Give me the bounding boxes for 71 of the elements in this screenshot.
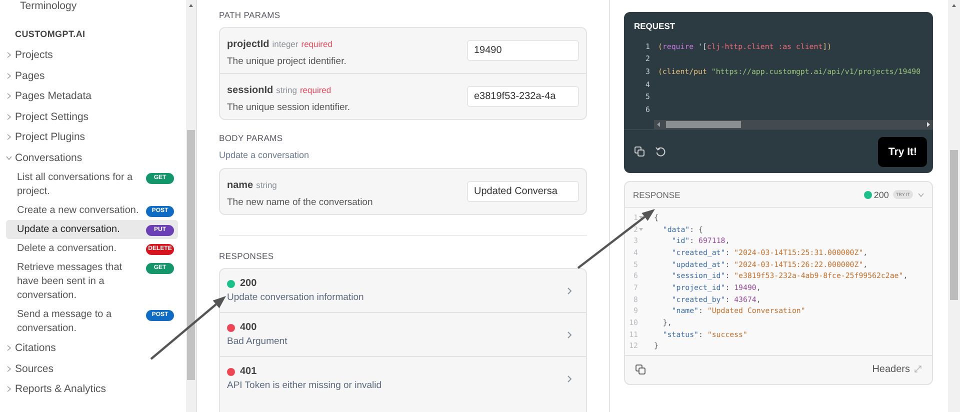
chevron-right-icon[interactable]: [6, 93, 12, 100]
response-row[interactable]: 200 Update conversation information: [220, 269, 586, 312]
param-name: projectId: [227, 39, 270, 50]
reset-icon[interactable]: [655, 146, 666, 158]
param-input[interactable]: Updated Conversa: [467, 181, 579, 202]
expand-icon[interactable]: [914, 365, 922, 374]
param-type: string: [276, 85, 297, 95]
param-description: The new name of the conversation: [227, 197, 373, 208]
section-heading: CUSTOMGPT.AI: [14, 28, 86, 41]
panel-title: RESPONSE: [633, 190, 680, 200]
copy-icon[interactable]: [635, 364, 646, 375]
param-description: The unique project identifier.: [227, 56, 346, 67]
sidebar-item[interactable]: Project Settings: [15, 110, 89, 123]
scroll-right-icon[interactable]: [927, 122, 930, 127]
section-heading: BODY PARAMS: [219, 133, 284, 143]
param-description: The unique session identifier.: [227, 102, 350, 113]
sidebar-item[interactable]: Citations: [15, 342, 56, 354]
scroll-thumb[interactable]: [950, 150, 958, 300]
scroll-up-icon[interactable]: [189, 4, 193, 7]
param-type: integer: [272, 39, 298, 49]
chevron-right-icon[interactable]: [6, 114, 12, 120]
status-code: 400: [240, 322, 257, 333]
scrollbar[interactable]: [948, 0, 960, 412]
scroll-left-icon[interactable]: [657, 122, 660, 127]
sidebar-item[interactable]: Project Plugins: [15, 131, 86, 144]
chevron-right-icon[interactable]: [6, 366, 12, 372]
fold-icon[interactable]: [639, 216, 643, 219]
param-type: string: [256, 180, 277, 190]
param-name: sessionId: [227, 85, 274, 96]
chevron-down-icon[interactable]: [6, 154, 12, 161]
status-code: 200: [240, 278, 257, 289]
chevron-right-icon: [567, 374, 572, 382]
response-row[interactable]: 401 API Token is either missing or invalid: [220, 356, 586, 400]
sidebar-item[interactable]: Conversations: [15, 152, 82, 164]
copy-icon[interactable]: [634, 146, 645, 158]
scroll-thumb[interactable]: [187, 130, 195, 380]
response-description: Bad Argument: [227, 336, 288, 347]
scroll-up-icon[interactable]: [952, 4, 956, 7]
response-row[interactable]: 400 Bad Argument: [220, 312, 586, 356]
status-code: 401: [240, 366, 257, 377]
response-description: Update conversation information: [227, 292, 364, 303]
sidebar-item[interactable]: Reports & Analytics: [15, 383, 106, 396]
chevron-right-icon[interactable]: [6, 134, 12, 140]
chevron-right-icon[interactable]: [6, 52, 12, 58]
param-name: name: [227, 180, 254, 191]
chevron-right-icon: [567, 330, 572, 338]
panel-title: REQUEST: [633, 20, 676, 33]
scrollbar[interactable]: [186, 0, 196, 412]
chevron-right-icon[interactable]: [6, 386, 12, 392]
section-heading: PATH PARAMS: [219, 10, 282, 20]
required-label: required: [300, 85, 332, 95]
sidebar-item[interactable]: Terminology: [6, 0, 178, 13]
scroll-thumb[interactable]: [666, 120, 741, 128]
body-description: Update a conversation: [219, 150, 310, 160]
try-it-button[interactable]: Try It!: [878, 136, 927, 167]
sidebar-item[interactable]: Projects: [15, 49, 53, 62]
sidebar-item[interactable]: Pages Metadata: [15, 90, 92, 102]
sidebar-item[interactable]: Sources: [15, 362, 54, 375]
horizontal-scrollbar[interactable]: [654, 120, 933, 129]
section-heading: RESPONSES: [219, 251, 275, 261]
chevron-right-icon[interactable]: [6, 72, 12, 79]
chevron-down-icon[interactable]: [918, 192, 924, 198]
param-input[interactable]: e3819f53-232a-4a: [467, 86, 579, 107]
chevron-right-icon: [567, 286, 572, 294]
chevron-right-icon[interactable]: [6, 345, 12, 352]
sidebar-item[interactable]: Pages: [15, 70, 45, 82]
param-input[interactable]: 19490: [467, 40, 579, 61]
required-label: required: [301, 39, 332, 49]
response-description: API Token is either missing or invalid: [227, 380, 382, 391]
headers-button[interactable]: Headers: [872, 364, 922, 375]
status-code: 200: [874, 190, 889, 200]
